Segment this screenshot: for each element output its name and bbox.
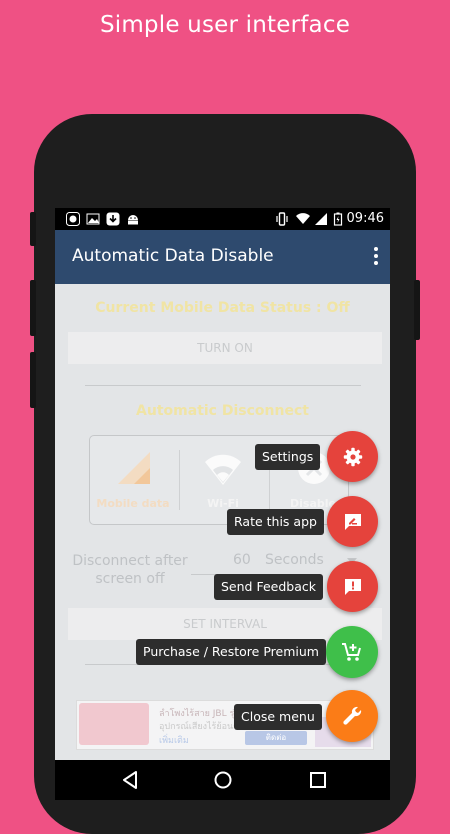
ad-image [79, 703, 149, 745]
rate-review-icon [344, 513, 361, 530]
purchase-premium-fab-label[interactable]: Purchase / Restore Premium [136, 639, 326, 665]
vibrate-icon [276, 212, 288, 226]
notification-app-icon [66, 212, 80, 226]
ad-cta-button[interactable]: ติดต่อ [245, 731, 307, 745]
close-menu-fab-label[interactable]: Close menu [234, 704, 322, 730]
interval-unit-select[interactable]: Seconds [265, 552, 324, 568]
feedback-icon [344, 578, 361, 595]
back-icon[interactable] [120, 770, 142, 790]
add-cart-icon [342, 643, 361, 661]
app-bar: Automatic Data Disable [55, 230, 390, 284]
status-bar: 09:46 [55, 208, 390, 230]
settings-fab[interactable] [327, 431, 378, 482]
auto-disconnect-title: Automatic Disconnect [136, 403, 309, 419]
ad-link[interactable]: เพิ่มเติม [159, 733, 189, 747]
settings-fab-label[interactable]: Settings [255, 444, 321, 470]
phone-side-button [414, 280, 420, 340]
gear-icon [343, 447, 362, 466]
battery-icon [333, 212, 343, 226]
mobile-data-status: Current Mobile Data Status : Off [95, 300, 350, 316]
interval-input[interactable]: 60 [233, 552, 251, 568]
home-icon[interactable] [212, 770, 234, 790]
option-label: Mobile data [96, 497, 170, 510]
turn-on-button[interactable]: TURN ON [68, 332, 382, 364]
phone-side-button [30, 352, 36, 408]
app-title: Automatic Data Disable [72, 246, 274, 266]
rate-app-fab[interactable] [327, 496, 378, 547]
promo-headline: Simple user interface [99, 12, 351, 38]
disconnect-after-label: Disconnect after screen off [72, 553, 188, 587]
image-icon [86, 213, 100, 225]
rate-app-fab-label[interactable]: Rate this app [227, 509, 324, 535]
recents-icon[interactable] [307, 770, 329, 790]
send-feedback-fab-label[interactable]: Send Feedback [214, 574, 323, 600]
nav-bar [55, 760, 390, 800]
wifi-icon [205, 454, 241, 485]
phone-side-button [30, 212, 36, 246]
android-icon [128, 215, 138, 225]
divider [85, 385, 361, 386]
overflow-menu-icon[interactable] [374, 247, 378, 268]
purchase-premium-fab[interactable] [326, 626, 378, 678]
wrench-icon [343, 706, 362, 725]
signal-icon [118, 452, 150, 484]
download-icon [106, 212, 120, 226]
ad-description: อุปกรณ์เสียงไร้ย้อนรับ [159, 722, 244, 732]
option-mobile-data[interactable]: Mobile data [90, 436, 176, 524]
clock: 09:46 [346, 211, 384, 226]
phone-side-button [30, 280, 36, 336]
cell-signal-icon [315, 213, 327, 225]
send-feedback-fab[interactable] [327, 561, 378, 612]
wifi-signal-icon [296, 213, 310, 224]
close-menu-fab[interactable] [326, 690, 378, 742]
